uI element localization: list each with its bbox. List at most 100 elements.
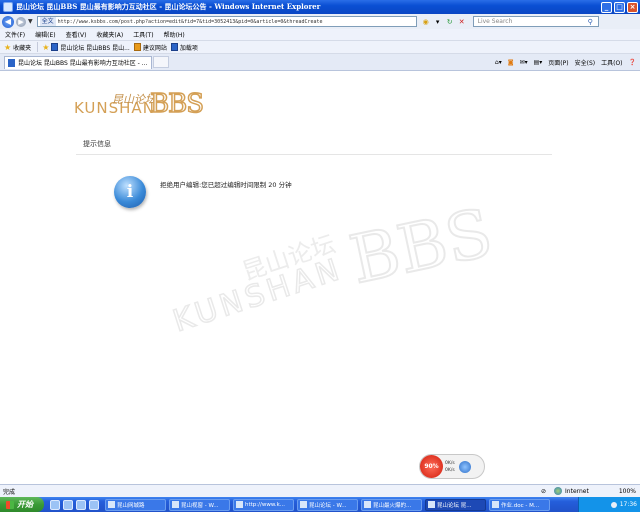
taskbar-button[interactable]: 昆山最火爆的...: [361, 498, 422, 511]
address-field[interactable]: 全文 http://www.ksbbs.com/post.php?action=…: [36, 16, 417, 27]
taskbar-button[interactable]: http://www.k...: [233, 498, 294, 511]
window-icon: [236, 501, 243, 508]
tab-bar: 昆山论坛 昆山BBS 昆山最有影响力互动社区 - ... ⌂▾ ◙ ✉▾ ▤▾ …: [0, 54, 640, 71]
mail-icon[interactable]: ✉▾: [520, 59, 528, 66]
divider: [76, 154, 552, 155]
tray-icon[interactable]: [610, 501, 617, 508]
taskbar-button-label: 昆山论坛 昆...: [437, 502, 472, 509]
status-text: 完成: [3, 488, 16, 496]
page-menu[interactable]: 页面(P): [548, 58, 568, 67]
favorite-link-label: 加载项: [179, 44, 198, 52]
window-icon: [108, 501, 115, 508]
page-icon: [8, 58, 15, 67]
favorite-link-suggested[interactable]: 建议网站: [133, 43, 167, 52]
taskbar-button[interactable]: 昆山视窗 - W...: [169, 498, 230, 511]
address-toolbar: ◀ ▶ ▼ 全文 http://www.ksbbs.com/post.php?a…: [0, 14, 640, 29]
quick-launch: [50, 499, 102, 510]
info-icon: i: [114, 176, 146, 208]
tools-menu[interactable]: 工具(O): [601, 58, 622, 67]
back-button[interactable]: ◀: [2, 15, 14, 28]
taskbar-button-label: 昆山论坛 - W...: [309, 502, 347, 509]
taskbar-button[interactable]: 作业.doc - M...: [489, 498, 550, 511]
window-title-bar[interactable]: 昆山论坛 昆山BBS 昆山最有影响力互动社区 - 昆山论坛公告 - Window…: [0, 0, 640, 14]
taskbar: 开始 昆山网城路 昆山视窗 - W... http://www.k... 昆山论…: [0, 497, 640, 512]
page-icon: [51, 43, 59, 51]
home-icon[interactable]: ⌂▾: [495, 59, 502, 66]
refresh-icon[interactable]: ↻: [445, 17, 455, 27]
logo-bbs-text: BBS: [149, 88, 205, 120]
start-label: 开始: [17, 500, 33, 509]
clock[interactable]: 17:36: [620, 501, 637, 508]
show-desktop-icon[interactable]: [50, 499, 60, 510]
favorites-bar: ★ 收藏夹 ★ 昆山论坛 昆山BBS 昆山... 建议网站 加载项: [0, 41, 640, 54]
zone-label[interactable]: Internet: [565, 488, 589, 495]
go-dropdown-icon[interactable]: ▾: [433, 17, 443, 27]
minimize-button[interactable]: _: [601, 1, 612, 13]
print-icon[interactable]: ▤▾: [534, 59, 543, 66]
taskbar-button-label: 昆山网城路: [117, 502, 145, 509]
watermark-chinese-text: 昆山论坛: [238, 229, 339, 287]
new-tab-button[interactable]: [153, 56, 169, 68]
feeds-icon[interactable]: ◙: [508, 59, 514, 66]
folder-icon[interactable]: [89, 499, 99, 510]
menu-edit[interactable]: 编辑(E): [35, 30, 55, 39]
window-icon: [364, 501, 371, 508]
taskbar-button[interactable]: 昆山网城路: [105, 498, 166, 511]
forward-button[interactable]: ▶: [16, 16, 26, 27]
menu-view[interactable]: 查看(V): [66, 30, 87, 39]
page-icon: [170, 43, 178, 51]
favorite-link-ksbbs[interactable]: ★ 昆山论坛 昆山BBS 昆山...: [42, 43, 130, 52]
start-button[interactable]: 开始: [0, 497, 44, 512]
page-content: KUNSHAN 昆山论坛 BBS 提示信息 i 拒绝用户编辑:您已超过编辑时间限…: [0, 71, 640, 484]
favorite-link-label: 建议网站: [142, 44, 167, 52]
system-tray: 17:36: [578, 497, 640, 512]
url-text[interactable]: http://www.ksbbs.com/post.php?action=edi…: [58, 19, 416, 25]
notice-message: 拒绝用户编辑:您已超过编辑时间限制 20 分钟: [160, 181, 292, 189]
favorites-button[interactable]: ★ 收藏夹: [4, 43, 31, 52]
history-dropdown-icon[interactable]: ▼: [28, 18, 33, 25]
search-field[interactable]: Live Search ⚲: [472, 16, 599, 27]
internet-zone-icon: [554, 487, 563, 495]
site-logo[interactable]: KUNSHAN 昆山论坛 BBS: [74, 88, 214, 121]
window-title: 昆山论坛 昆山BBS 昆山最有影响力互动社区 - 昆山论坛公告 - Window…: [16, 2, 321, 11]
language-badge[interactable]: 全文: [39, 17, 56, 26]
close-button[interactable]: ×: [627, 1, 638, 13]
favorite-link-addons[interactable]: 加载项: [170, 43, 198, 52]
network-speed-widget[interactable]: 90% 0K/s 0K/s: [419, 454, 485, 479]
menu-file[interactable]: 文件(F): [5, 30, 25, 39]
maximize-button[interactable]: □: [614, 1, 625, 13]
media-icon[interactable]: [76, 499, 86, 510]
compatibility-icon[interactable]: ◉: [421, 17, 431, 27]
protected-mode-icon[interactable]: ⊘: [541, 488, 546, 495]
status-bar: 完成 ⊘ Internet 100%: [0, 484, 640, 497]
logo-watermark: 昆山论坛 BBS KUNSHAN: [168, 193, 500, 340]
help-icon[interactable]: ❓: [629, 59, 636, 66]
taskbar-button-active[interactable]: 昆山论坛 昆...: [425, 498, 486, 511]
menu-tools[interactable]: 工具(T): [133, 30, 153, 39]
window-icon: [428, 501, 435, 508]
ie-icon: [3, 2, 13, 12]
taskbar-button[interactable]: 昆山论坛 - W...: [297, 498, 358, 511]
window-icon: [492, 501, 499, 508]
taskbar-button-label: 作业.doc - M...: [501, 502, 540, 509]
windows-flag-icon: [6, 500, 14, 509]
speed-percent: 90%: [420, 455, 443, 478]
menu-favorites[interactable]: 收藏夹(A): [96, 30, 123, 39]
favorites-label: 收藏夹: [13, 44, 32, 52]
watermark-bbs-text: BBS: [343, 193, 500, 300]
download-rate: 0K/s: [445, 467, 455, 473]
zoom-level[interactable]: 100%: [619, 488, 636, 495]
watermark-kunshan-text: KUNSHAN: [168, 251, 348, 340]
ie-launch-icon[interactable]: [63, 499, 73, 510]
safety-menu[interactable]: 安全(S): [575, 58, 596, 67]
stop-icon[interactable]: ✕: [457, 17, 467, 27]
window-icon: [172, 501, 179, 508]
menu-help[interactable]: 帮助(H): [164, 30, 185, 39]
star-icon: ★: [4, 42, 12, 52]
tab-current[interactable]: 昆山论坛 昆山BBS 昆山最有影响力互动社区 - ...: [4, 55, 152, 69]
taskbar-button-label: 昆山最火爆的...: [373, 502, 412, 509]
taskbar-button-label: http://www.k...: [245, 501, 286, 508]
search-icon[interactable]: ⚲: [588, 18, 598, 26]
globe-icon: [458, 460, 471, 473]
menu-bar: 文件(F) 编辑(E) 查看(V) 收藏夹(A) 工具(T) 帮助(H): [0, 29, 640, 41]
